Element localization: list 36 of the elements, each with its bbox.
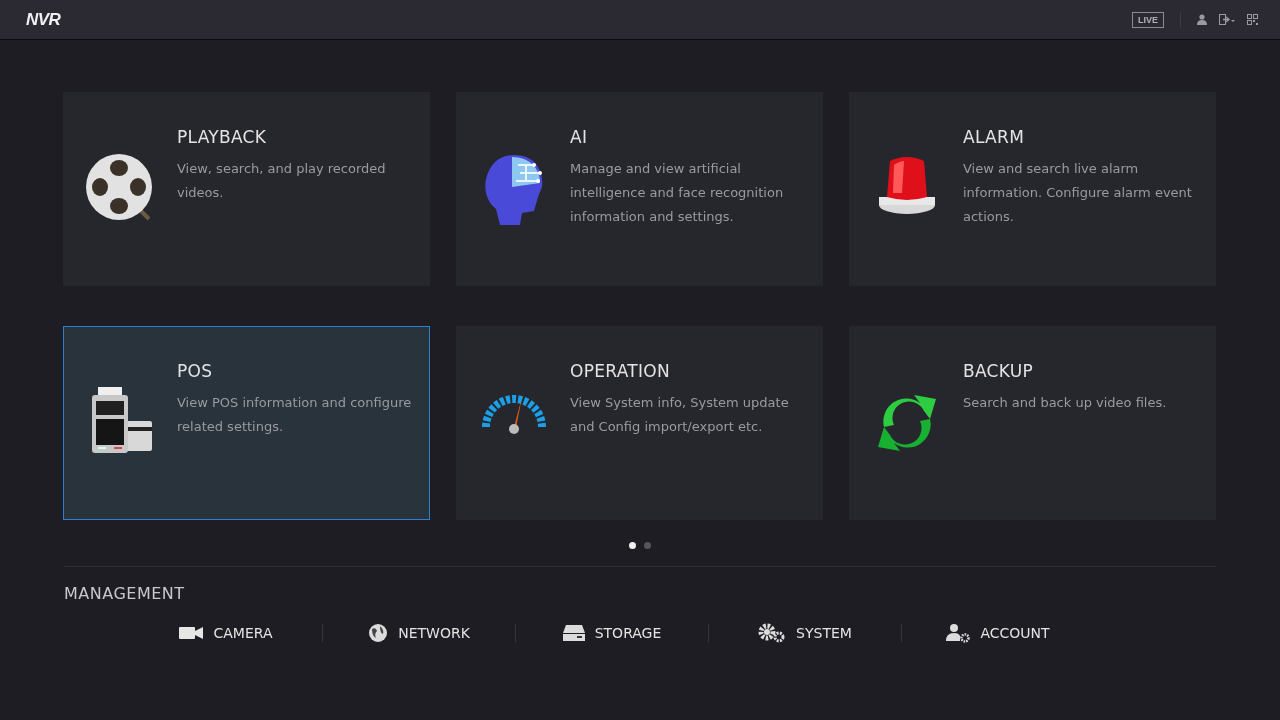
module-description: Search and back up video files.	[963, 394, 1168, 412]
module-description: View and search live alarm information. Configure alarm event actions.	[963, 160, 1193, 226]
module-card[interactable]: OPERATION View System info, System update and Config import/export etc.	[456, 326, 823, 520]
hard-drive-icon	[562, 625, 585, 641]
module-card[interactable]: AI Manage and view artificial intelligence and face recognition information and settings.	[456, 92, 823, 286]
module-description: View POS information and configure related settings.	[177, 394, 413, 436]
management-item[interactable]: ACCOUNT	[902, 619, 1094, 647]
management-item[interactable]: SYSTEM	[709, 619, 901, 647]
globe-icon	[368, 623, 389, 643]
management-item[interactable]: NETWORK	[323, 619, 515, 647]
logout-icon[interactable]	[1219, 14, 1235, 25]
module-card[interactable]: ALARM View and search live alarm information. Configure alarm event actions.	[849, 92, 1216, 286]
module-description: View System info, System update and Config import/export etc.	[570, 394, 790, 436]
page-dot[interactable]	[644, 542, 651, 549]
module-description: View, search, and play recorded videos.	[177, 160, 387, 202]
module-description: Manage and view artificial intelligence and face recognition information and settings.	[570, 160, 785, 226]
gears-icon	[758, 623, 787, 643]
module-title: BACKUP	[963, 361, 1035, 381]
user-icon[interactable]	[1197, 14, 1207, 25]
management-item[interactable]: CAMERA	[130, 621, 322, 645]
qr-code-icon[interactable]	[1247, 14, 1258, 25]
section-title: MANAGEMENT	[64, 584, 186, 603]
page-dot[interactable]	[629, 542, 636, 549]
nvr-logo: NVR	[26, 9, 61, 30]
module-title: ALARM	[963, 127, 1026, 147]
module-title: OPERATION	[570, 361, 671, 381]
video-camera-icon	[179, 626, 204, 640]
user-gear-icon	[946, 623, 971, 643]
module-card[interactable]: PLAYBACK View, search, and play recorded videos.	[63, 92, 430, 286]
module-card[interactable]: BACKUP Search and back up video files.	[849, 326, 1216, 520]
module-card[interactable]: POS View POS information and configure related settings.	[63, 326, 430, 520]
module-title: PLAYBACK	[177, 127, 268, 147]
module-title: POS	[177, 361, 214, 381]
management-item[interactable]: STORAGE	[516, 621, 708, 645]
live-button[interactable]: LIVE	[1132, 11, 1164, 28]
module-title: AI	[570, 127, 589, 147]
